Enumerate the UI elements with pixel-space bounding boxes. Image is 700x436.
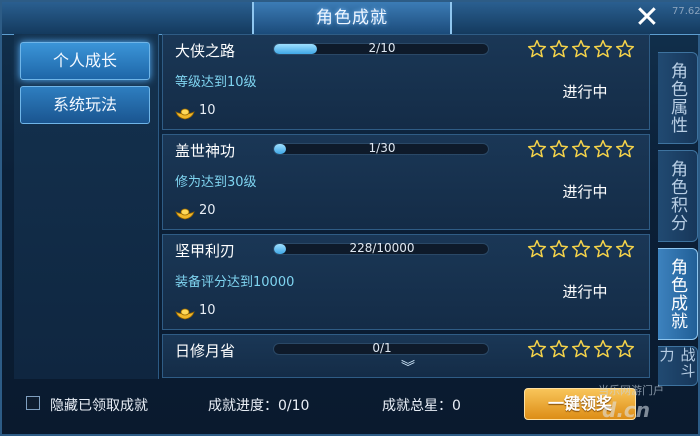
star-outline-icon: [549, 139, 569, 159]
star-outline-icon: [615, 139, 635, 159]
gold-ingot-icon: [175, 105, 195, 120]
close-button[interactable]: ✕: [630, 2, 664, 34]
achievement-name: 坚甲利刃: [175, 242, 236, 260]
achievement-row[interactable]: 大侠之路 2/10 等级达到10级 10 进行中: [162, 34, 650, 130]
star-rating: [527, 39, 639, 61]
window-title: 角色成就: [252, 2, 452, 34]
nav-personal-growth[interactable]: 个人成长: [20, 42, 150, 80]
achievement-progress-bar: 0/1: [273, 341, 489, 355]
achievement-window: 角色成就 ✕ 77.62 个人成长 系统玩法 大侠之路 2/10 等级达到10级 10…: [0, 0, 700, 436]
bottom-bar: 隐藏已领取成就 成就进度：0/10 成就总星：0 一键领奖: [14, 382, 694, 428]
progress-text: 1/30: [368, 141, 396, 155]
achievement-status: 进行中: [562, 183, 608, 201]
reward-amount: 10: [199, 103, 216, 118]
star-outline-icon: [593, 39, 613, 59]
gold-ingot-icon: [175, 205, 195, 220]
achievement-row[interactable]: 坚甲利刃 228/10000 装备评分达到10000 10 进行中: [162, 234, 650, 330]
hide-claimed-label: 隐藏已领取成就: [50, 398, 148, 414]
reward-amount: 20: [199, 203, 216, 218]
star-outline-icon: [615, 39, 635, 59]
achievement-desc: 修为达到30级: [175, 175, 257, 190]
top-right-number: 77.62: [672, 6, 700, 17]
achievement-desc: 等级达到10级: [175, 75, 257, 90]
tab-character-achievements[interactable]: 角色成就: [658, 248, 698, 340]
star-outline-icon: [527, 39, 547, 59]
achievement-list[interactable]: 大侠之路 2/10 等级达到10级 10 进行中 盖世神功 1/30 修为达到30级 20 进行中…: [162, 34, 650, 378]
achievement-desc: 装备评分达到10000: [175, 275, 295, 290]
achievement-status: 进行中: [562, 83, 608, 101]
star-outline-icon: [593, 139, 613, 159]
star-outline-icon: [549, 39, 569, 59]
achievement-status: 进行中: [562, 283, 608, 301]
star-rating: [527, 239, 639, 261]
achievement-progress-bar: 1/30: [273, 141, 489, 155]
achievement-name: 日修月省: [175, 342, 236, 360]
star-outline-icon: [527, 139, 547, 159]
gold-ingot-icon: [175, 305, 195, 320]
hide-claimed-checkbox[interactable]: [26, 396, 40, 410]
progress-text: 2/10: [368, 41, 396, 55]
close-icon: ✕: [634, 0, 660, 35]
nav-system-gameplay[interactable]: 系统玩法: [20, 86, 150, 124]
star-outline-icon: [571, 39, 591, 59]
achievement-progress-bar: 228/10000: [273, 241, 489, 255]
star-rating: [527, 139, 639, 161]
tab-character-points[interactable]: 角色积分: [658, 150, 698, 242]
star-outline-icon: [593, 239, 613, 259]
achievement-row[interactable]: 盖世神功 1/30 修为达到30级 20 进行中: [162, 134, 650, 230]
star-outline-icon: [527, 339, 547, 359]
tab-character-attributes[interactable]: 角色属性: [658, 52, 698, 144]
star-outline-icon: [527, 239, 547, 259]
achievement-name: 盖世神功: [175, 142, 236, 160]
progress-text: 0/1: [372, 341, 392, 355]
reward-amount: 10: [199, 303, 216, 318]
star-outline-icon: [615, 339, 635, 359]
chevron-down-icon[interactable]: ︾: [398, 360, 418, 376]
progress-text: 228/10000: [349, 241, 415, 255]
star-outline-icon: [549, 339, 569, 359]
star-rating: [527, 339, 639, 361]
star-outline-icon: [571, 139, 591, 159]
right-tabs: 角色属性 角色积分 角色成就 战斗力: [654, 42, 700, 386]
star-outline-icon: [571, 239, 591, 259]
star-outline-icon: [571, 339, 591, 359]
watermark-logo: d.cn: [602, 398, 651, 422]
achievement-name: 大侠之路: [175, 42, 236, 60]
left-nav: 个人成长 系统玩法: [14, 34, 159, 379]
watermark-text: 当乐网游门户: [598, 384, 664, 397]
star-outline-icon: [615, 239, 635, 259]
tab-combat-power[interactable]: 战斗力: [658, 346, 698, 386]
star-outline-icon: [549, 239, 569, 259]
achievement-total-stars: 成就总星：0: [382, 398, 461, 414]
title-bar: 角色成就 ✕ 77.62: [2, 2, 700, 35]
achievement-progress: 成就进度：0/10: [208, 398, 310, 414]
star-outline-icon: [593, 339, 613, 359]
achievement-progress-bar: 2/10: [273, 41, 489, 55]
